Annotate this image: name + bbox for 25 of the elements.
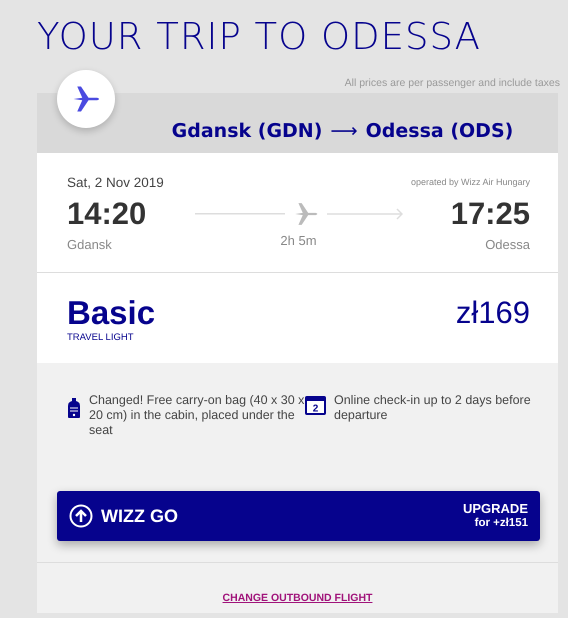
departure-city: Gdansk	[67, 236, 113, 254]
upgrade-action: UPGRADE	[462, 501, 528, 516]
flight-date: Sat, 2 Nov 2019	[67, 174, 164, 192]
feature-text: Changed! Free carry-on bag (40 x 30 x 20 cm) in the cabin, placed under the seat	[89, 393, 305, 438]
upgrade-icon	[69, 504, 93, 528]
fare-price: zł169	[456, 295, 530, 332]
fare-name: Basic	[67, 295, 156, 331]
calendar-icon: 2	[305, 394, 326, 415]
arrival-city: Odessa	[484, 236, 530, 254]
fare-subtitle: TRAVEL LIGHT	[67, 331, 135, 345]
route-destination: Odessa (ODS)	[366, 118, 514, 144]
page-title: YOUR TRIP TO ODESSA	[37, 14, 482, 60]
flight-duration: 2h 5m	[280, 232, 317, 250]
feature-text: Online check-in up to 2 days before departure	[334, 393, 532, 423]
change-flight-link[interactable]: CHANGE OUTBOUND FLIGHT	[222, 592, 372, 604]
operator-note: operated by Wizz Air Hungary	[410, 176, 530, 190]
departure-time: 14:20	[67, 197, 146, 232]
arrival-time: 17:25	[450, 197, 530, 232]
backpack-icon	[67, 397, 81, 419]
upgrade-name: WIZZ GO	[101, 504, 178, 528]
upgrade-price: for +zł151	[474, 516, 528, 531]
route-origin: Gdansk (GDN)	[172, 118, 322, 144]
upgrade-button[interactable]: WIZZ GO UPGRADE for +zł151	[57, 491, 540, 541]
route-arrow: ⟶	[330, 118, 358, 144]
price-note: All prices are per passenger and include taxes	[344, 76, 560, 90]
